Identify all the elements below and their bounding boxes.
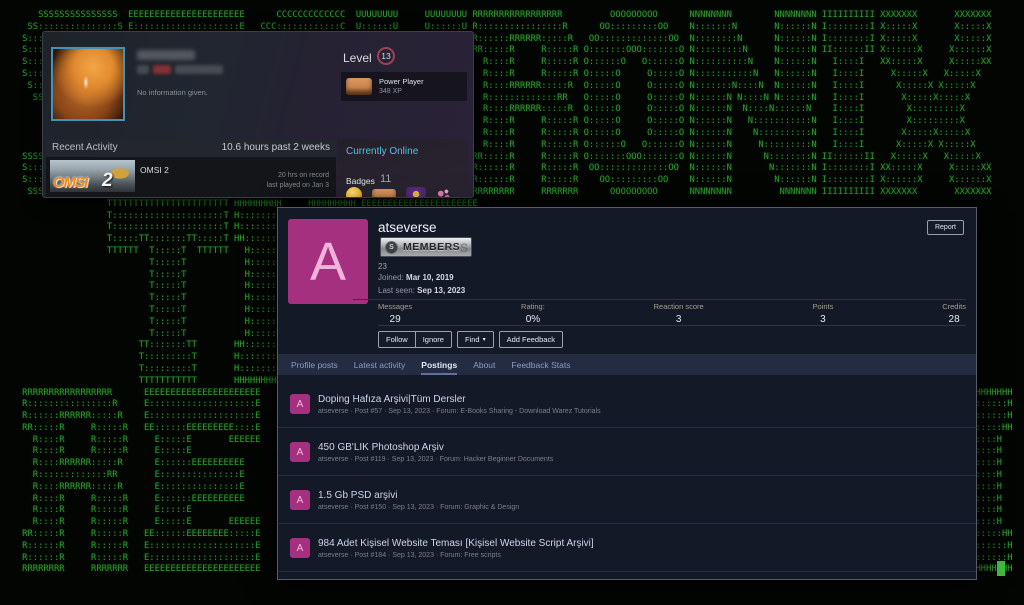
forum-avatar[interactable]: A	[288, 219, 368, 304]
post-avatar[interactable]: A	[290, 490, 310, 510]
power-player-badge-icon	[346, 78, 372, 95]
find-button[interactable]: Find ▾	[457, 331, 494, 348]
avatar-letter: A	[310, 231, 346, 293]
members-banner-ghost: S	[460, 241, 468, 255]
desktop: SSSSSSSSSSSSSSS EEEEEEEEEEEEEEEEEEEEEE C…	[0, 0, 1024, 605]
badge-title: Power Player	[379, 77, 424, 86]
joined-value: Mar 10, 2019	[406, 273, 454, 282]
add-feedback-button[interactable]: Add Feedback	[499, 331, 563, 348]
joined-label: Joined:	[378, 273, 404, 282]
tab-profile-posts[interactable]: Profile posts	[291, 354, 338, 375]
featured-badge[interactable]: Power Player 348 XP	[341, 72, 467, 101]
last-seen-label: Last seen:	[378, 286, 415, 295]
divider	[378, 325, 966, 326]
last-seen-value: Sep 13, 2023	[417, 286, 465, 295]
post-row: A 450 GB'LIK Photoshop Arşiv atseverse ·…	[278, 428, 976, 476]
blurred-username	[137, 50, 195, 60]
forum-profile-window: Report A atseverse S MEMBERS S 23 Joined…	[277, 207, 977, 580]
level-label: Level	[343, 51, 372, 65]
post-row: A Doping Hafıza Arşivi|Tüm Dersler atsev…	[278, 380, 976, 428]
splatter-badge-icon[interactable]	[436, 188, 452, 198]
post-avatar[interactable]: A	[290, 538, 310, 558]
recent-activity-hours: 10.6 hours past 2 weeks	[222, 142, 330, 153]
blurred-location	[175, 65, 223, 74]
members-banner-label: MEMBERS	[403, 241, 460, 253]
badge-icons-row	[346, 187, 452, 198]
postings-list: A Doping Hafıza Arşivi|Tüm Dersler atsev…	[278, 380, 976, 572]
post-avatar[interactable]: A	[290, 394, 310, 414]
badge-xp: 348 XP	[379, 88, 402, 95]
coin-badge-icon[interactable]	[346, 187, 362, 198]
post-title-link[interactable]: Doping Hafıza Arşivi|Tüm Dersler	[318, 394, 466, 405]
hours-on-record: 20 hrs on record	[278, 172, 329, 179]
blurred-red-tag	[153, 65, 171, 74]
post-title-link[interactable]: 1.5 Gb PSD arşivi	[318, 490, 397, 501]
online-status: Currently Online	[346, 146, 418, 157]
game-row: OMSI 2 OMSI 2 20 hrs on record last play…	[46, 157, 336, 197]
steam-profile-window: No information given. Level 13 Power Pla…	[42, 31, 474, 198]
game-name-link[interactable]: OMSI 2	[140, 165, 169, 175]
stat-reaction-score[interactable]: Reaction score 3	[654, 302, 704, 325]
stat-rating: Rating: 0%	[521, 302, 545, 325]
last-seen-row: Last seen: Sep 13, 2023	[378, 286, 465, 295]
page-title-username: atseverse	[378, 220, 437, 235]
tab-latest-activity[interactable]: Latest activity	[354, 354, 406, 375]
game-capsule[interactable]: OMSI 2	[50, 160, 135, 192]
years-badge-icon[interactable]	[406, 187, 426, 198]
follow-button[interactable]: Follow	[378, 331, 416, 348]
recent-activity-title: Recent Activity	[52, 142, 118, 153]
post-meta: atseverse · Post #119 · Sep 13, 2023 · F…	[318, 456, 553, 463]
blurred-flag	[137, 65, 149, 74]
post-meta: atseverse · Post #150 · Sep 13, 2023 · F…	[318, 504, 519, 511]
stat-points[interactable]: Points 3	[813, 302, 834, 325]
capsule-logo-number: 2	[102, 170, 113, 192]
profile-actions: Follow Ignore Find ▾ Add Feedback	[378, 331, 563, 348]
profile-tab-bar: Profile posts Latest activity Postings A…	[278, 354, 976, 375]
stat-messages[interactable]: Messages 29	[378, 302, 412, 325]
divider	[353, 299, 966, 300]
terminal-cursor	[997, 561, 1005, 576]
capsule-logo-text: OMSI	[53, 174, 87, 191]
post-meta: atseverse · Post #184 · Sep 13, 2023 · F…	[318, 552, 501, 559]
user-age: 23	[378, 262, 387, 271]
ignore-button[interactable]: Ignore	[416, 331, 452, 348]
tab-feedback-stats[interactable]: Feedback Stats	[511, 354, 570, 375]
level-value: 13	[381, 51, 390, 61]
steam-avatar[interactable]	[51, 47, 125, 121]
post-title-link[interactable]: 450 GB'LIK Photoshop Arşiv	[318, 442, 444, 453]
post-avatar[interactable]: A	[290, 442, 310, 462]
recent-activity-header: Recent Activity 10.6 hours past 2 weeks	[46, 139, 336, 156]
level-badge: 13	[377, 47, 395, 65]
stats-row: Messages 29 Rating: 0% Reaction score 3 …	[378, 302, 966, 325]
tab-postings[interactable]: Postings	[421, 354, 457, 375]
members-shield-icon: S	[385, 241, 398, 254]
status-panel: Currently Online Badges 11	[337, 139, 468, 198]
profile-summary: No information given.	[137, 88, 208, 97]
post-title-link[interactable]: 984 Adet Kişisel Website Teması [Kişisel…	[318, 538, 594, 549]
tab-about[interactable]: About	[473, 354, 495, 375]
last-played: last played on Jan 3	[267, 182, 329, 189]
badges-count: 11	[380, 173, 391, 185]
post-row: A 984 Adet Kişisel Website Teması [Kişis…	[278, 524, 976, 572]
chevron-down-icon: ▾	[483, 336, 486, 343]
glove-badge-icon[interactable]	[372, 189, 396, 199]
report-button[interactable]: Report	[927, 220, 964, 235]
members-banner: S MEMBERS S	[380, 237, 472, 257]
badges-label[interactable]: Badges	[346, 176, 375, 186]
joined-row: Joined: Mar 10, 2019	[378, 273, 454, 282]
stat-credits[interactable]: Credits 28	[942, 302, 966, 325]
post-row: A 1.5 Gb PSD arşivi atseverse · Post #15…	[278, 476, 976, 524]
post-meta: atseverse · Post #57 · Sep 13, 2023 · Fo…	[318, 408, 601, 415]
